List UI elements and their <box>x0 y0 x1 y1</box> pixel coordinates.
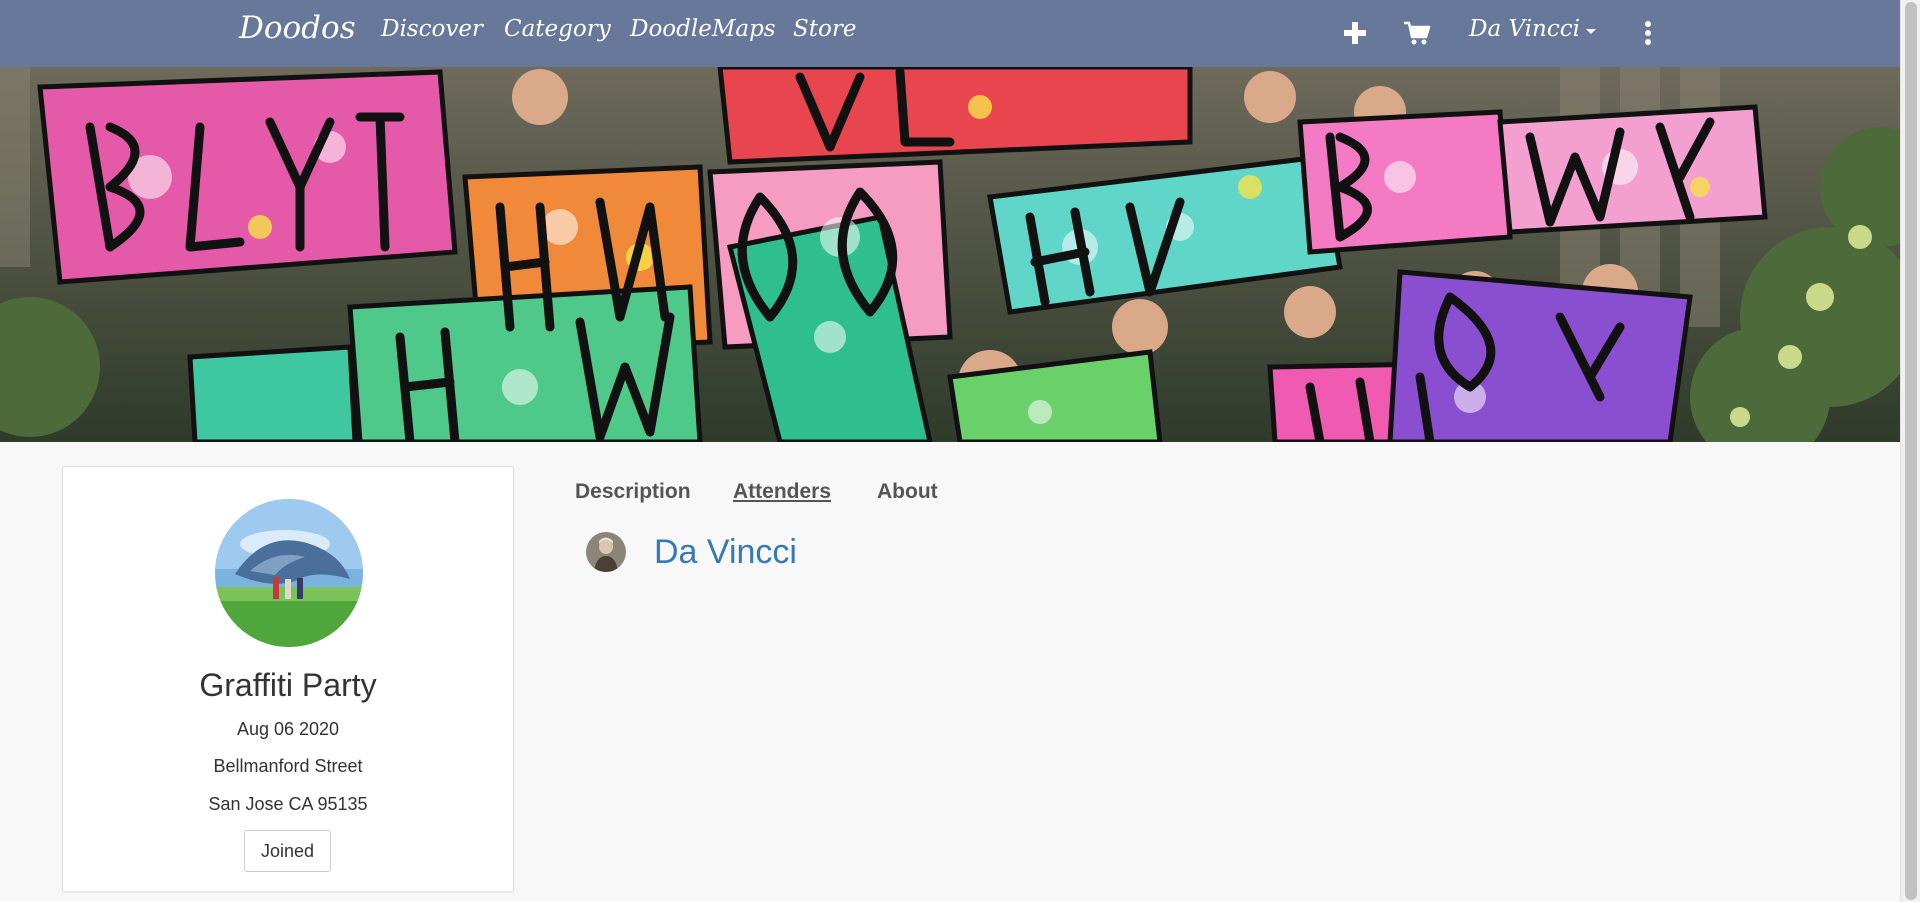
brand-logo[interactable]: Doodos <box>239 10 356 46</box>
attender-item[interactable]: Da Vincci <box>586 532 797 572</box>
cart-icon[interactable] <box>1402 18 1432 48</box>
joined-button[interactable]: Joined <box>244 830 331 872</box>
event-date: Aug 06 2020 <box>236 719 340 739</box>
event-banner-image <box>0 67 1900 442</box>
user-menu-dropdown[interactable]: Da Vincci <box>1469 16 1596 42</box>
tab-description[interactable]: Description <box>575 480 691 504</box>
vertical-ellipsis-icon[interactable] <box>1633 18 1663 48</box>
top-navbar: Doodos Discover Category DoodleMaps Stor… <box>0 0 1900 67</box>
plus-icon[interactable] <box>1340 18 1370 48</box>
event-profile-card: Graffiti Party Aug 06 2020 Bellmanford S… <box>62 466 514 892</box>
user-name: Da Vincci <box>1469 16 1580 42</box>
tab-about[interactable]: About <box>877 480 938 504</box>
page-scrollbar[interactable] <box>1900 0 1920 902</box>
nav-doodlemaps[interactable]: DoodleMaps <box>630 16 776 42</box>
event-avatar <box>215 499 363 647</box>
nav-discover[interactable]: Discover <box>381 16 483 42</box>
attender-avatar <box>586 532 626 572</box>
event-street: Bellmanford Street <box>213 756 363 776</box>
tab-attenders[interactable]: Attenders <box>733 480 831 504</box>
nav-store[interactable]: Store <box>793 16 856 42</box>
scrollbar-thumb[interactable] <box>1905 2 1917 900</box>
event-city: San Jose CA 95135 <box>208 794 368 814</box>
event-title: Graffiti Party <box>199 667 377 703</box>
nav-category[interactable]: Category <box>504 16 611 42</box>
attender-name-link[interactable]: Da Vincci <box>654 533 797 572</box>
chevron-down-icon <box>1585 28 1596 34</box>
